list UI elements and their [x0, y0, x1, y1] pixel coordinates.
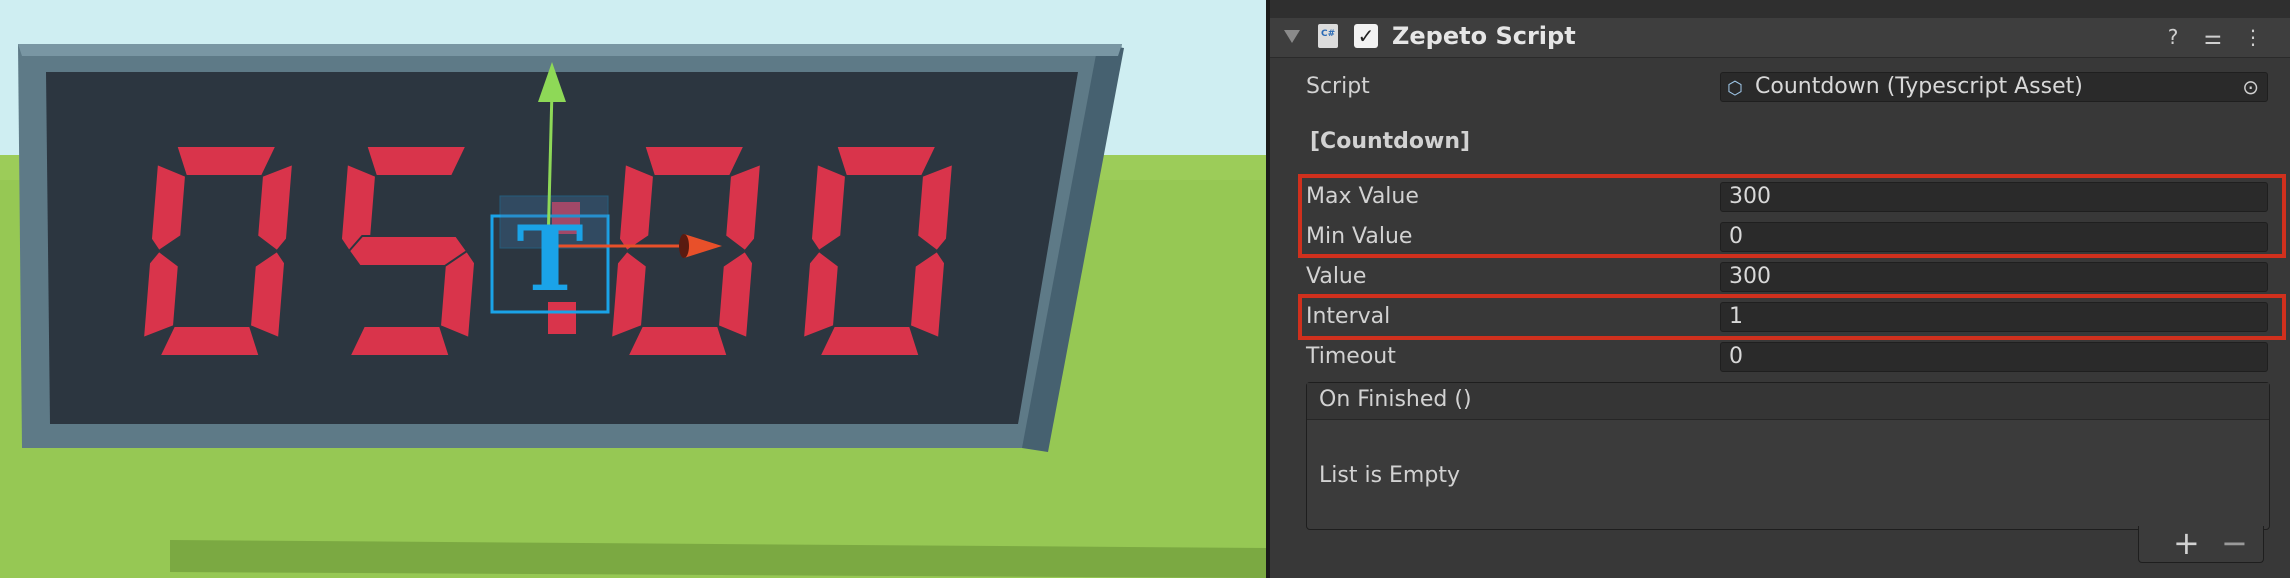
digit-segment	[256, 162, 295, 253]
digit-segment	[724, 162, 763, 253]
highlight-box-interval	[1298, 294, 2286, 340]
script-label: Script	[1306, 74, 1370, 99]
empty-list-text: List is Empty	[1319, 463, 1460, 488]
event-list-controls: + −	[2138, 524, 2264, 563]
object-picker-icon[interactable]: ⊙	[2242, 73, 2259, 101]
component-header[interactable]: ✓ Zepeto Script ? ⚌ ⋮	[1270, 0, 2290, 58]
digit-segment	[141, 249, 180, 340]
digit-segment	[916, 162, 955, 253]
digit-segment	[609, 249, 648, 340]
digit-segment	[643, 145, 746, 177]
csharp-script-icon	[1318, 24, 1338, 48]
help-icon[interactable]: ?	[2160, 24, 2186, 50]
script-object-field[interactable]: ⬡ Countdown (Typescript Asset) ⊙	[1720, 72, 2268, 102]
field-label: Timeout	[1306, 344, 1396, 369]
enabled-checkbox[interactable]: ✓	[1354, 24, 1378, 48]
highlight-box-max-min	[1298, 174, 2286, 258]
digit-segment	[835, 145, 938, 177]
value-input[interactable]: 300	[1720, 262, 2268, 292]
inspector-panel: ✓ Zepeto Script ? ⚌ ⋮ Script ⬡ Countdown…	[1270, 0, 2290, 578]
event-title: On Finished ()	[1319, 387, 1472, 412]
digit-segment	[801, 249, 840, 340]
digit-segment	[158, 325, 261, 357]
field-label: Value	[1306, 264, 1367, 289]
sliders-icon[interactable]: ⚌	[2200, 24, 2226, 50]
remove-button[interactable]: −	[2221, 524, 2248, 562]
typescript-asset-icon: ⬡	[1727, 78, 1743, 99]
script-row: Script ⬡ Countdown (Typescript Asset) ⊙	[1306, 72, 2286, 104]
kebab-menu-icon[interactable]: ⋮	[2240, 24, 2266, 50]
digit-segment	[818, 325, 921, 357]
text-tool-icon: T	[517, 206, 584, 312]
scene-view[interactable]: T	[0, 0, 1266, 578]
digit-segment	[347, 235, 469, 267]
digit-segment	[348, 325, 451, 357]
add-button[interactable]: +	[2173, 524, 2200, 562]
triangle-down-icon[interactable]	[1284, 30, 1300, 43]
digit-segment	[175, 145, 278, 177]
field-row-value: Value 300	[1306, 262, 2286, 294]
digit-segment	[365, 145, 468, 177]
timeout-input[interactable]: 0	[1720, 342, 2268, 372]
digit-segment	[626, 325, 729, 357]
field-row-timeout: Timeout 0	[1306, 342, 2286, 374]
script-value: Countdown (Typescript Asset)	[1755, 74, 2083, 99]
scene-canvas: T	[0, 0, 1266, 578]
on-finished-event: On Finished () List is Empty	[1306, 382, 2270, 530]
component-title: Zepeto Script	[1392, 22, 1576, 50]
event-header: On Finished ()	[1307, 383, 2269, 420]
section-title: [Countdown]	[1310, 129, 1471, 154]
